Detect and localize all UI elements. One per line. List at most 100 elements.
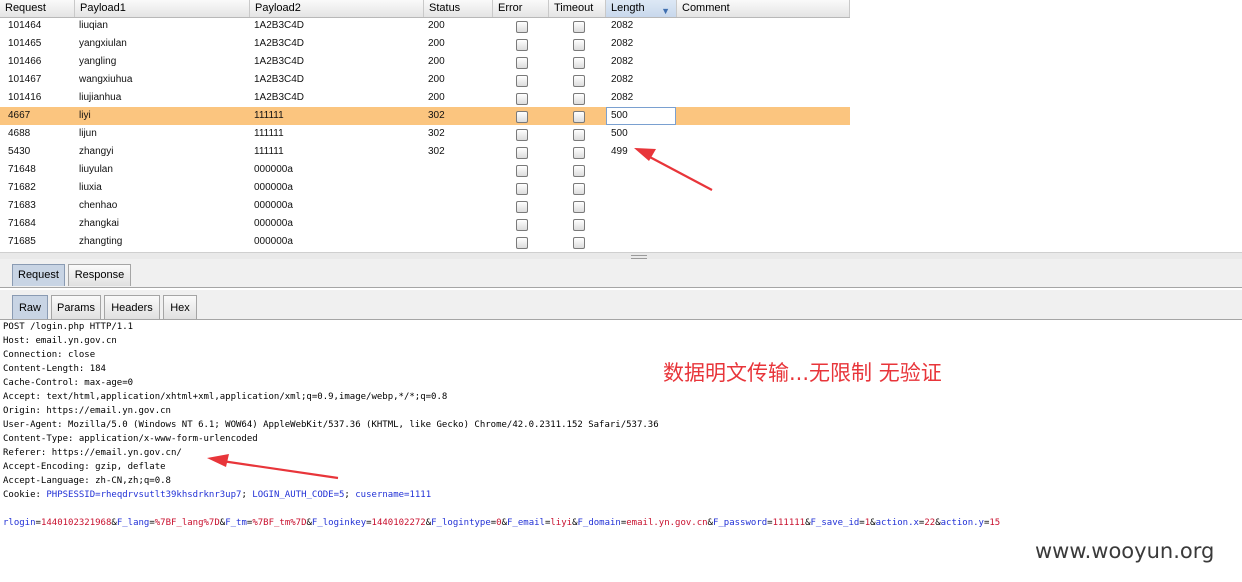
timeout-checkbox[interactable]	[573, 57, 585, 69]
tab-headers[interactable]: Headers	[104, 295, 160, 319]
error-checkbox[interactable]	[516, 21, 528, 33]
message-tab-bar: Request Response	[0, 259, 1242, 288]
cookie-separator: ;	[344, 490, 356, 500]
table-row[interactable]: 4688 lijun 111111 302 500	[0, 125, 850, 143]
param-value: 1440102272	[371, 518, 426, 528]
view-tab-bar: Raw Params Headers Hex	[0, 290, 1242, 319]
table-row[interactable]: 71682 liuxia 000000a	[0, 179, 850, 197]
error-checkbox[interactable]	[516, 111, 528, 123]
timeout-checkbox[interactable]	[573, 147, 585, 159]
column-header-length[interactable]: Length ▼	[606, 0, 677, 17]
header-content-type: Content-Type: application/x-www-form-url…	[3, 434, 258, 444]
column-header-request[interactable]: Request	[0, 0, 75, 17]
error-checkbox[interactable]	[516, 237, 528, 249]
cell-payload1: yangxiulan	[79, 38, 127, 49]
error-checkbox[interactable]	[516, 183, 528, 195]
cookie-label: Cookie:	[3, 490, 47, 500]
tab-hex[interactable]: Hex	[163, 295, 197, 319]
table-row[interactable]: 71648 liuyulan 000000a	[0, 161, 850, 179]
cookie-separator: ;	[241, 490, 253, 500]
table-row[interactable]: 71685 zhangting 000000a	[0, 233, 850, 251]
cookie-name: cusername	[355, 490, 405, 500]
header-host: Host: email.yn.gov.cn	[3, 336, 117, 346]
param-value: 1440102321968	[40, 518, 112, 528]
param-name: action.y	[940, 518, 984, 528]
param-name: F_loginkey	[311, 518, 367, 528]
param-value: email.yn.gov.cn	[626, 518, 708, 528]
cell-status: 200	[428, 20, 445, 31]
cell-payload1: chenhao	[79, 200, 118, 211]
timeout-checkbox[interactable]	[573, 201, 585, 213]
table-row[interactable]: 71684 zhangkai 000000a	[0, 215, 850, 233]
error-checkbox[interactable]	[516, 165, 528, 177]
error-checkbox[interactable]	[516, 75, 528, 87]
table-row[interactable]: 71683 chenhao 000000a	[0, 197, 850, 215]
column-header-payload2[interactable]: Payload2	[250, 0, 424, 17]
cell-payload2: 000000a	[254, 182, 293, 193]
timeout-checkbox[interactable]	[573, 39, 585, 51]
cell-payload2: 1A2B3C4D	[254, 92, 305, 103]
cookie-value: rheqdrvsutlt39khsdrknr3up7	[100, 490, 242, 500]
cell-request: 71682	[8, 182, 36, 193]
column-header-status[interactable]: Status	[424, 0, 493, 17]
table-row[interactable]: 101465 yangxiulan 1A2B3C4D 200 2082	[0, 35, 850, 53]
cookie-name: LOGIN_AUTH_CODE	[252, 490, 334, 500]
timeout-checkbox[interactable]	[573, 183, 585, 195]
annotation-text: 数据明文传输...无限制 无验证	[663, 361, 942, 385]
tab-request[interactable]: Request	[12, 264, 65, 286]
error-checkbox[interactable]	[516, 39, 528, 51]
column-header-comment[interactable]: Comment	[677, 0, 850, 17]
cell-status: 200	[428, 38, 445, 49]
timeout-checkbox[interactable]	[573, 129, 585, 141]
cell-payload1: zhangyi	[79, 146, 114, 157]
cell-payload1: yangling	[79, 56, 117, 67]
error-checkbox[interactable]	[516, 129, 528, 141]
param-name: F_save_id	[810, 518, 860, 528]
cell-payload2: 000000a	[254, 164, 293, 175]
cell-payload1: liuyulan	[79, 164, 113, 175]
cell-length: 499	[611, 146, 628, 157]
timeout-checkbox[interactable]	[573, 93, 585, 105]
table-row[interactable]: 101416 liujianhua 1A2B3C4D 200 2082	[0, 89, 850, 107]
cell-request: 101416	[8, 92, 42, 103]
cell-payload2: 1A2B3C4D	[254, 20, 305, 31]
table-row[interactable]: 101464 liuqian 1A2B3C4D 200 2082	[0, 17, 850, 35]
table-row[interactable]: 101466 yangling 1A2B3C4D 200 2082	[0, 53, 850, 71]
results-table: Request Payload1 Payload2 Status Error T…	[0, 0, 850, 252]
request-line: POST /login.php HTTP/1.1	[3, 322, 134, 332]
param-value: 22	[924, 518, 936, 528]
header-accept-language: Accept-Language: zh-CN,zh;q=0.8	[3, 476, 171, 486]
cell-payload2: 111111	[254, 110, 284, 121]
error-checkbox[interactable]	[516, 201, 528, 213]
table-row[interactable]: 5430 zhangyi 111111 302 499	[0, 143, 850, 161]
column-header-error[interactable]: Error	[493, 0, 549, 17]
param-value: 15	[989, 518, 1001, 528]
timeout-checkbox[interactable]	[573, 237, 585, 249]
param-value: liyi	[550, 518, 573, 528]
cell-payload1: zhangting	[79, 236, 123, 247]
header-origin: Origin: https://email.yn.gov.cn	[3, 406, 171, 416]
error-checkbox[interactable]	[516, 57, 528, 69]
timeout-checkbox[interactable]	[573, 165, 585, 177]
tab-response[interactable]: Response	[68, 264, 131, 286]
cell-request: 101465	[8, 38, 42, 49]
error-checkbox[interactable]	[516, 93, 528, 105]
error-checkbox[interactable]	[516, 147, 528, 159]
cell-payload2: 000000a	[254, 218, 293, 229]
table-row[interactable]: 101467 wangxiuhua 1A2B3C4D 200 2082	[0, 71, 850, 89]
cell-request: 71683	[8, 200, 36, 211]
tab-params[interactable]: Params	[51, 295, 101, 319]
column-header-payload1[interactable]: Payload1	[75, 0, 250, 17]
param-name: F_email	[507, 518, 545, 528]
timeout-checkbox[interactable]	[573, 219, 585, 231]
column-header-timeout[interactable]: Timeout	[549, 0, 606, 17]
param-name: action.x	[875, 518, 919, 528]
error-checkbox[interactable]	[516, 219, 528, 231]
cell-length: 2082	[611, 56, 634, 67]
cell-status: 200	[428, 56, 445, 67]
table-row[interactable]: 4667 liyi 111111 302 500	[0, 107, 850, 125]
timeout-checkbox[interactable]	[573, 21, 585, 33]
timeout-checkbox[interactable]	[573, 75, 585, 87]
timeout-checkbox[interactable]	[573, 111, 585, 123]
tab-raw[interactable]: Raw	[12, 295, 48, 319]
